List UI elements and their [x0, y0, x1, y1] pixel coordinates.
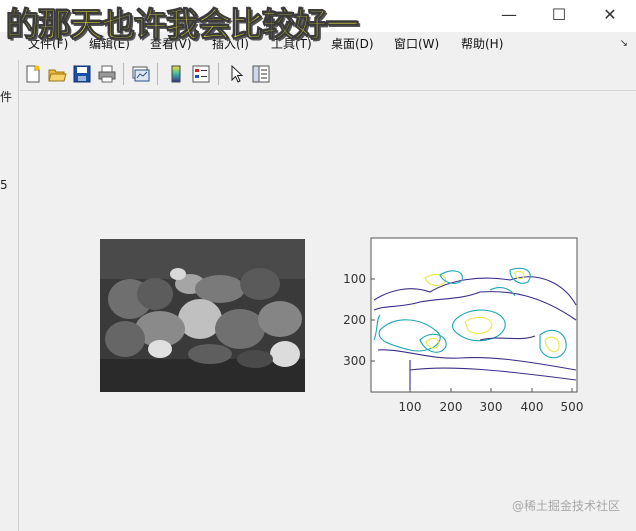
watermark: @稀土掘金技术社区 [511, 499, 620, 513]
link-plot-icon[interactable] [131, 64, 151, 84]
left-strip-label: 5 [0, 178, 8, 192]
toolbar-separator [218, 63, 219, 85]
toolbar-separator [123, 63, 124, 85]
close-button[interactable]: ✕ [590, 4, 630, 26]
maximize-button[interactable]: ☐ [539, 4, 579, 26]
figure-window: — ☐ ✕ 的那天也许我会比较好一 文件(F) 编辑(E) 查看(V) 插入(I… [0, 0, 636, 531]
x-tick-label: 200 [440, 400, 463, 414]
figure-toolbar [20, 60, 636, 88]
left-panel-strip: 件 5 [0, 60, 19, 531]
print-icon[interactable] [97, 64, 117, 84]
contour-plot-axes: 100 200 300 100 200 300 400 500 [343, 237, 584, 414]
new-figure-icon[interactable] [23, 64, 43, 84]
menu-dock-arrow-icon[interactable]: ↘ [620, 38, 628, 49]
x-tick-label: 100 [399, 400, 422, 414]
edit-plot-arrow-icon[interactable] [227, 64, 247, 84]
y-tick-label: 300 [343, 354, 366, 368]
x-tick-label: 300 [480, 400, 503, 414]
menu-help[interactable]: 帮助(H) [461, 35, 503, 52]
toolbar-separator [157, 63, 158, 85]
y-tick-label: 100 [343, 272, 366, 286]
insert-legend-icon[interactable] [191, 64, 211, 84]
menu-window[interactable]: 窗口(W) [394, 35, 439, 52]
grayscale-peppers-image [100, 239, 305, 392]
insert-colorbar-icon[interactable] [166, 64, 186, 84]
property-editor-icon[interactable] [251, 64, 271, 84]
left-strip-label: 件 [0, 90, 13, 104]
minimize-button[interactable]: — [489, 4, 529, 26]
save-icon[interactable] [72, 64, 92, 84]
lyric-caption-overlay: 的那天也许我会比较好一 [6, 5, 360, 45]
x-tick-label: 500 [561, 400, 584, 414]
y-tick-label: 200 [343, 313, 366, 327]
x-tick-label: 400 [521, 400, 544, 414]
open-file-icon[interactable] [47, 64, 67, 84]
